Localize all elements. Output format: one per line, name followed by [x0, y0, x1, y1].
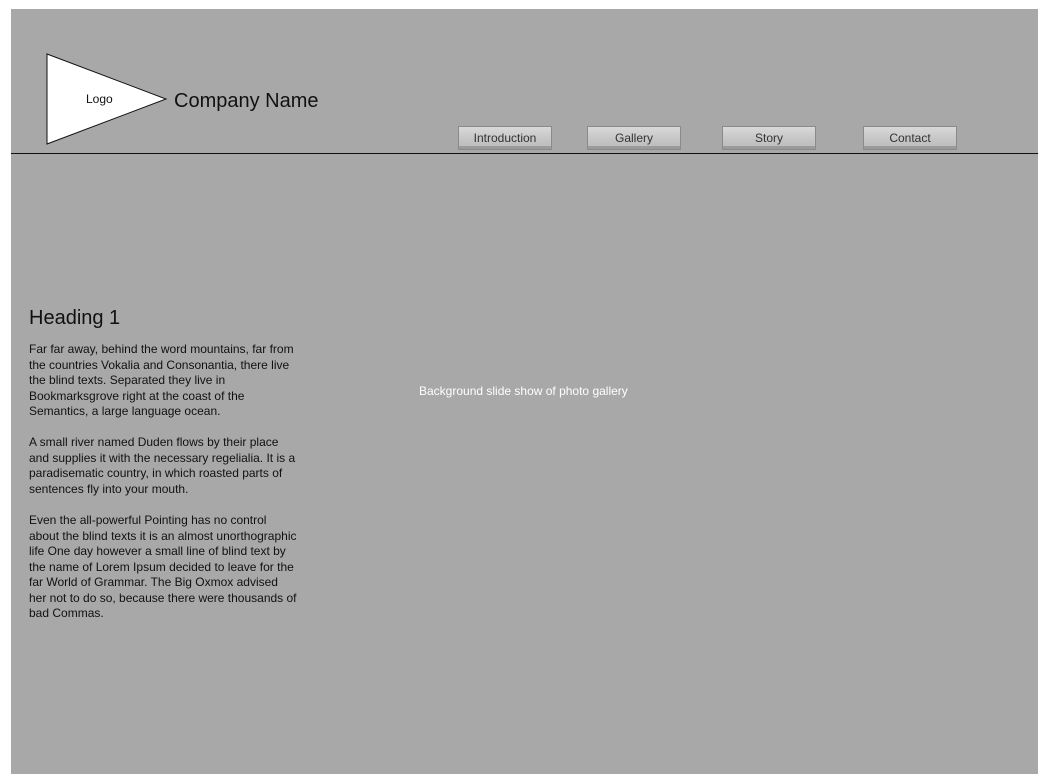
nav-introduction-button[interactable]: Introduction: [458, 126, 552, 150]
nav-story-button[interactable]: Story: [722, 126, 816, 150]
logo-label: Logo: [86, 92, 113, 106]
body-paragraph-2: A small river named Duden flows by their…: [29, 435, 296, 496]
company-name: Company Name: [174, 90, 319, 112]
body-paragraph-1: Far far away, behind the word mountains,…: [29, 342, 294, 418]
gallery-slideshow-placeholder: Background slide show of photo gallery: [419, 384, 628, 398]
page-heading: Heading 1: [29, 307, 121, 329]
body-paragraph-3: Even the all-powerful Pointing has no co…: [29, 513, 297, 620]
nav-contact-button[interactable]: Contact: [863, 126, 957, 150]
nav-gallery-button[interactable]: Gallery: [587, 126, 681, 150]
header-divider: [11, 153, 1038, 154]
